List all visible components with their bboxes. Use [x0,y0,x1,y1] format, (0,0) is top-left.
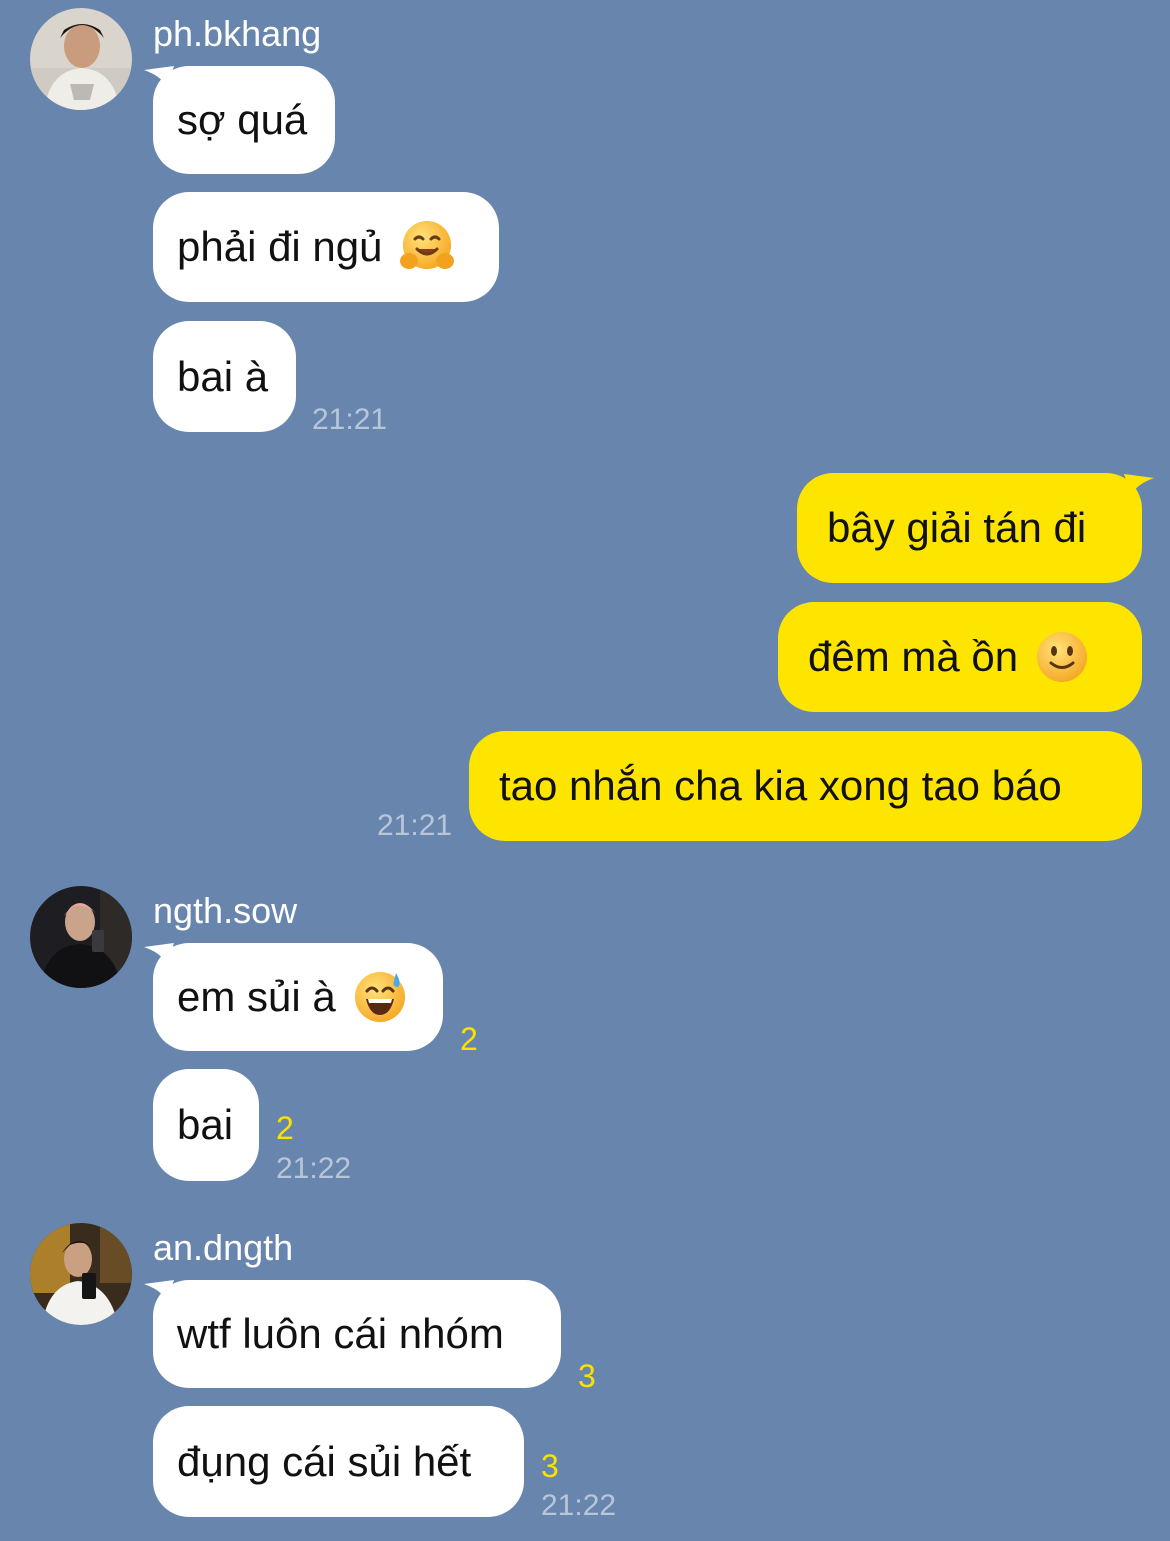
unread-count: 3 [541,1448,559,1484]
slightly-smiling-face-emoji-icon [1034,629,1090,685]
unread-count: 3 [578,1358,596,1394]
hugging-face-emoji-icon [399,219,455,275]
message-timestamp: 21:21 [312,403,388,436]
avatar-ngth-sow[interactable] [30,886,132,988]
avatar-an-dngth[interactable] [30,1223,132,1325]
message-bubble-outgoing[interactable]: đêm mà ồn [778,602,1142,712]
message-timestamp: 21:22 [541,1489,617,1522]
message-timestamp: 21:21 [377,809,453,842]
message-bubble-outgoing[interactable]: tao nhắn cha kia xong tao báo [469,731,1142,841]
unread-count: 2 [276,1110,294,1146]
avatar-ph-bkhang[interactable] [30,8,132,110]
message-text: bai [177,1101,234,1148]
message-timestamp: 21:22 [276,1152,352,1185]
message-text: bai à [177,352,269,400]
message-text: phải đi ngủ [177,223,383,270]
message-bubble[interactable]: em sủi à [153,943,443,1051]
message-text: sợ quá [177,96,308,143]
message-bubble[interactable]: đụng cái sủi hết [153,1406,524,1517]
message-text: em sủi à [177,973,336,1020]
sender-name: ph.bkhang [153,13,322,54]
message-text: đêm mà ồn [808,633,1019,680]
message-text: wtf luôn cái nhóm [177,1310,504,1357]
message-bubble[interactable]: wtf luôn cái nhóm [153,1280,561,1388]
message-bubble[interactable]: phải đi ngủ [153,192,499,302]
message-bubble[interactable]: sợ quá [153,66,335,174]
message-text: tao nhắn cha kia xong tao báo [499,762,1062,809]
message-bubble[interactable]: bai à [153,321,296,432]
message-text: bây giải tán đi [827,504,1087,551]
sender-name: an.dngth [153,1227,294,1268]
sender-name: ngth.sow [153,890,298,931]
message-bubble[interactable]: bai [153,1069,259,1181]
message-text: đụng cái sủi hết [177,1437,472,1485]
grinning-face-with-sweat-emoji-icon [352,969,408,1025]
message-bubble-outgoing[interactable]: bây giải tán đi [797,473,1142,583]
unread-count: 2 [460,1021,478,1057]
